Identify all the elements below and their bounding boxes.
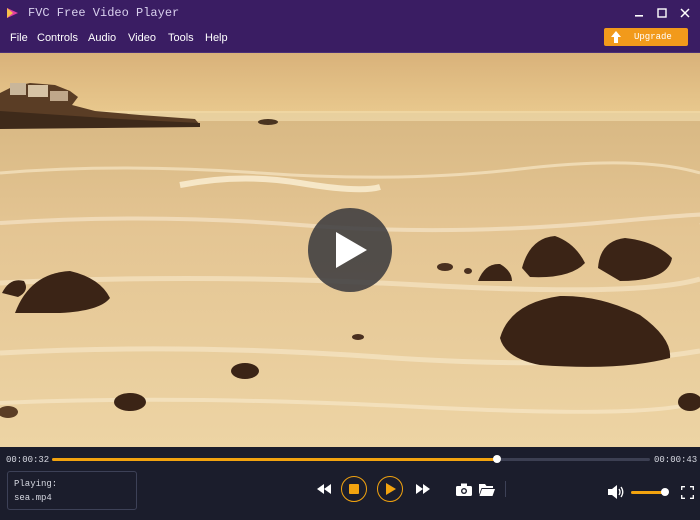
- window-title: FVC Free Video Player: [28, 6, 180, 20]
- volume-slider[interactable]: [631, 488, 670, 496]
- center-play-icon: [336, 232, 367, 268]
- now-playing-label: Playing:: [14, 479, 58, 489]
- seek-bar-thumb[interactable]: [492, 455, 501, 463]
- play-icon: [385, 483, 396, 495]
- total-time: 00:00:43: [654, 455, 698, 465]
- now-playing-box: Playing: sea.mp4: [7, 471, 137, 510]
- menu-controls[interactable]: Controls: [37, 32, 78, 44]
- playback-panel: 00:00:32 00:00:43 Playing: sea.mp4: [0, 447, 700, 520]
- seek-bar-fill: [52, 458, 497, 461]
- fast-forward-icon: [416, 484, 430, 494]
- upgrade-button[interactable]: Upgrade: [604, 28, 688, 46]
- video-display[interactable]: [0, 53, 700, 447]
- fullscreen-icon: [680, 485, 694, 499]
- stop-icon: [349, 484, 359, 494]
- now-playing-file: sea.mp4: [14, 493, 52, 503]
- rewind-button[interactable]: [315, 481, 333, 497]
- snapshot-icon: [456, 483, 472, 496]
- seek-bar[interactable]: [52, 455, 650, 463]
- menu-file[interactable]: File: [10, 32, 28, 44]
- upgrade-label: Upgrade: [634, 32, 672, 42]
- stop-button[interactable]: [341, 476, 367, 502]
- volume-icon: [607, 485, 623, 499]
- fast-forward-button[interactable]: [414, 481, 432, 497]
- menu-tools[interactable]: Tools: [168, 32, 194, 44]
- current-time: 00:00:32: [6, 455, 50, 465]
- close-icon[interactable]: [676, 4, 694, 22]
- app-logo-icon: [7, 8, 18, 18]
- toolbar-divider: [505, 481, 506, 497]
- menu-bar: File Controls Audio Video Tools Help: [0, 26, 700, 53]
- volume-button[interactable]: [607, 484, 625, 500]
- menu-video[interactable]: Video: [128, 32, 156, 44]
- open-folder-button[interactable]: [478, 481, 496, 497]
- video-player-window: FVC Free Video Player File Controls Audi…: [0, 0, 700, 520]
- volume-slider-thumb[interactable]: [661, 488, 670, 496]
- menu-help[interactable]: Help: [205, 32, 228, 44]
- snapshot-button[interactable]: [455, 481, 473, 497]
- minimize-icon[interactable]: [630, 4, 648, 22]
- menu-audio[interactable]: Audio: [88, 32, 116, 44]
- title-bar: FVC Free Video Player: [0, 0, 700, 26]
- maximize-icon[interactable]: [653, 4, 671, 22]
- upgrade-arrow-icon: [611, 31, 621, 43]
- volume-slider-fill: [631, 491, 666, 494]
- fullscreen-button[interactable]: [679, 484, 695, 500]
- center-play-button[interactable]: [308, 208, 392, 292]
- play-button[interactable]: [377, 476, 403, 502]
- folder-icon: [479, 483, 495, 496]
- rewind-icon: [317, 484, 331, 494]
